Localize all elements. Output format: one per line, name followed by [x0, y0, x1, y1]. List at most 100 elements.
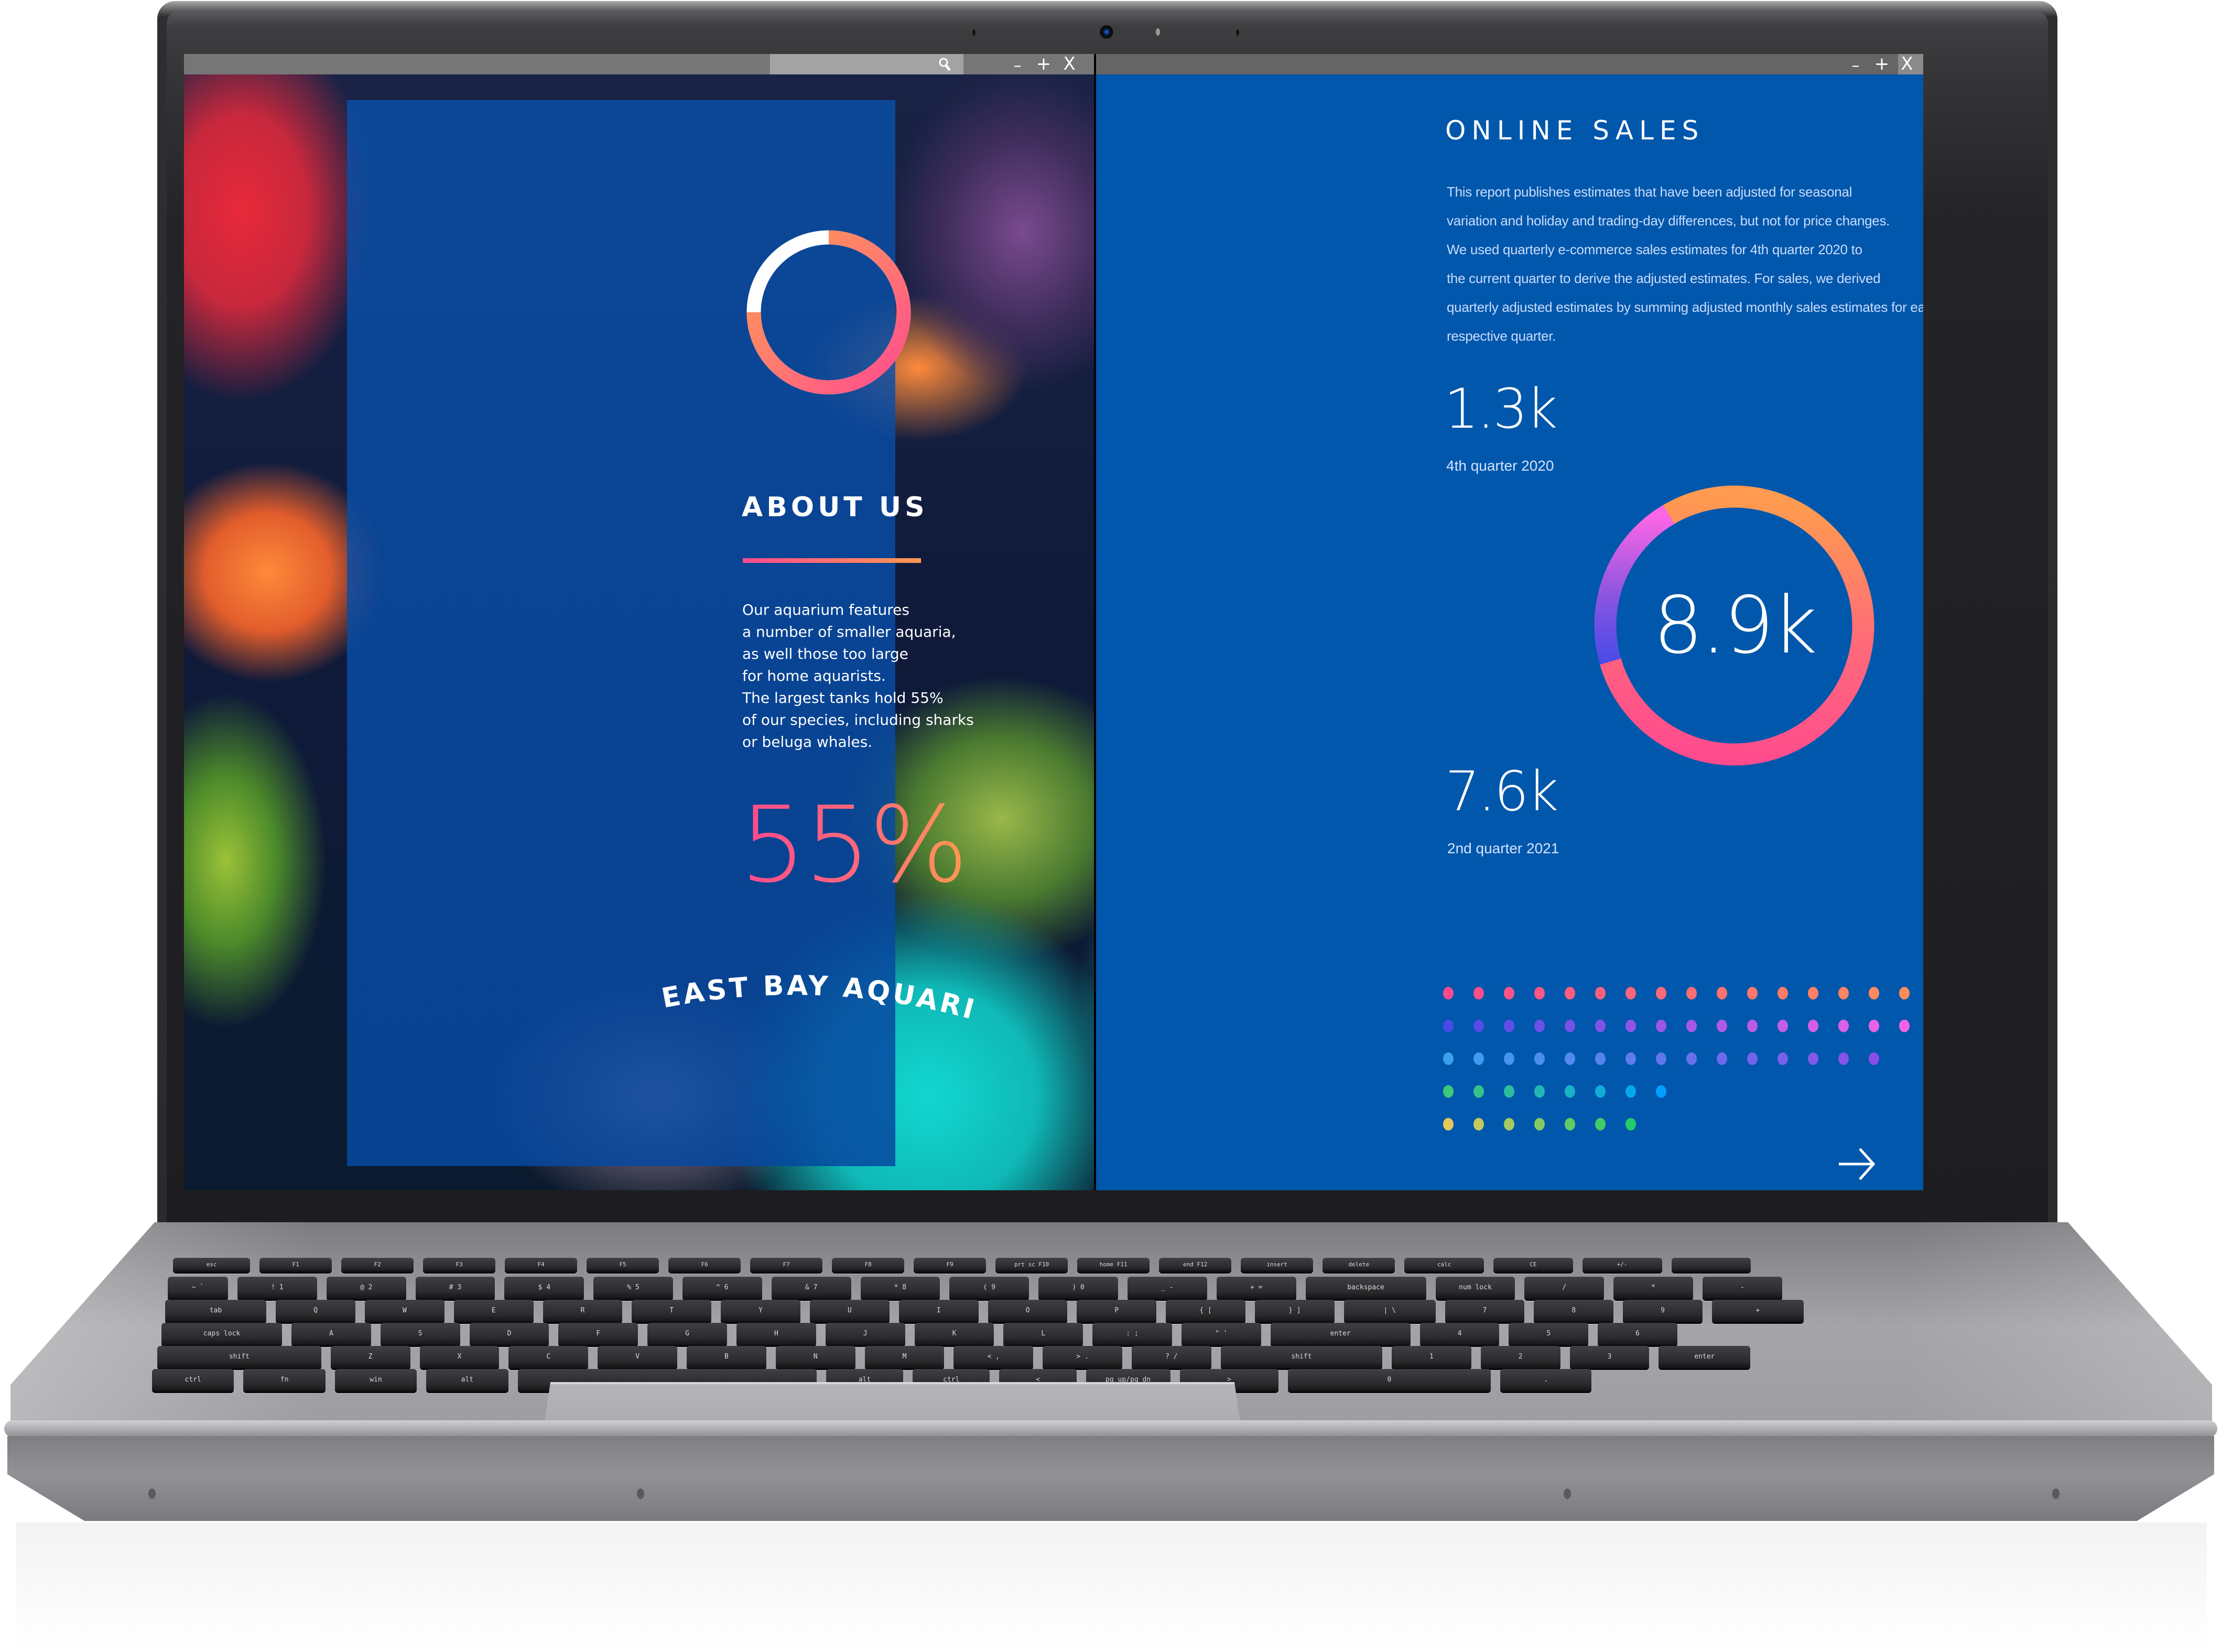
key[interactable]: +/- — [1582, 1258, 1662, 1271]
key[interactable]: _ - — [1128, 1277, 1207, 1299]
key[interactable]: esc — [173, 1258, 251, 1271]
key[interactable]: B — [687, 1346, 766, 1368]
minimize-button[interactable]: – — [1009, 54, 1026, 75]
key[interactable]: * 8 — [860, 1277, 940, 1299]
key[interactable]: F9 — [914, 1258, 987, 1271]
key[interactable]: I — [898, 1300, 979, 1322]
key[interactable]: F4 — [505, 1258, 578, 1271]
key[interactable]: enter — [1659, 1346, 1751, 1368]
key[interactable]: ~ ` — [168, 1277, 228, 1299]
key[interactable]: : ; — [1092, 1323, 1172, 1345]
close-button[interactable]: X — [1898, 54, 1916, 74]
key[interactable]: + — [1712, 1300, 1804, 1322]
key[interactable]: K — [914, 1323, 994, 1345]
key[interactable]: ctrl — [152, 1369, 234, 1391]
key[interactable]: 4 — [1419, 1323, 1500, 1345]
key[interactable]: F1 — [259, 1258, 332, 1271]
key[interactable]: ) 0 — [1038, 1277, 1118, 1299]
key[interactable]: 3 — [1569, 1346, 1650, 1368]
key[interactable]: backspace — [1305, 1277, 1426, 1299]
minimize-button[interactable]: – — [1847, 54, 1865, 75]
key[interactable]: F2 — [341, 1258, 414, 1271]
key[interactable]: ! 1 — [237, 1277, 317, 1299]
key[interactable]: / — [1524, 1277, 1605, 1299]
maximize-button[interactable]: + — [1035, 54, 1053, 74]
close-button[interactable]: X — [1060, 54, 1078, 74]
key[interactable]: T — [632, 1300, 712, 1322]
key[interactable]: win — [334, 1369, 417, 1391]
key[interactable]: @ 2 — [326, 1277, 406, 1299]
key[interactable]: 7 — [1445, 1300, 1525, 1322]
key[interactable]: C — [508, 1346, 589, 1368]
key[interactable]: S — [380, 1323, 460, 1345]
key[interactable]: Q — [276, 1300, 355, 1322]
key[interactable]: home F11 — [1077, 1258, 1150, 1271]
key[interactable]: calc — [1404, 1258, 1484, 1271]
key[interactable]: 8 — [1534, 1300, 1614, 1322]
key[interactable]: F8 — [832, 1258, 905, 1271]
key[interactable]: F6 — [668, 1258, 741, 1271]
key[interactable]: fn — [243, 1369, 326, 1391]
key[interactable]: enter — [1270, 1323, 1411, 1345]
key[interactable]: * — [1613, 1277, 1693, 1299]
key[interactable]: - — [1703, 1277, 1782, 1299]
key[interactable]: F — [558, 1323, 638, 1345]
arrow-right-icon[interactable] — [1838, 1147, 1876, 1181]
search-icon[interactable] — [938, 57, 952, 72]
key[interactable]: 9 — [1623, 1300, 1703, 1322]
key[interactable]: | \ — [1343, 1300, 1436, 1322]
key[interactable]: E — [453, 1300, 534, 1322]
key[interactable]: G — [647, 1323, 727, 1345]
key[interactable]: 0 — [1288, 1369, 1491, 1391]
key[interactable]: F3 — [423, 1258, 496, 1271]
key[interactable]: V — [598, 1346, 677, 1368]
key[interactable]: F5 — [587, 1258, 659, 1271]
key[interactable]: + = — [1216, 1277, 1296, 1299]
key[interactable]: L — [1003, 1323, 1083, 1345]
key[interactable]: " ' — [1182, 1323, 1261, 1345]
key[interactable]: # 3 — [415, 1277, 495, 1299]
key[interactable]: > . — [1043, 1346, 1122, 1368]
key[interactable]: 2 — [1480, 1346, 1560, 1368]
key[interactable]: W — [365, 1300, 445, 1322]
key[interactable] — [1671, 1258, 1751, 1271]
key[interactable]: ( 9 — [949, 1277, 1029, 1299]
key[interactable]: shift — [1220, 1346, 1382, 1368]
key[interactable]: delete — [1323, 1258, 1395, 1271]
key[interactable]: ? / — [1132, 1346, 1211, 1368]
key[interactable]: A — [291, 1323, 371, 1345]
key[interactable]: $ 4 — [504, 1277, 584, 1299]
key[interactable]: U — [810, 1300, 890, 1322]
key[interactable]: F7 — [750, 1258, 823, 1271]
key[interactable]: . — [1500, 1369, 1592, 1391]
key[interactable]: M — [864, 1346, 945, 1368]
key[interactable]: ^ 6 — [682, 1277, 762, 1299]
key[interactable]: & 7 — [771, 1277, 851, 1299]
key[interactable]: Z — [330, 1346, 410, 1368]
key[interactable]: { [ — [1166, 1300, 1245, 1322]
search-input[interactable] — [770, 54, 963, 74]
key[interactable]: X — [419, 1346, 500, 1368]
key[interactable]: tab — [165, 1300, 267, 1322]
key[interactable]: num lock — [1435, 1277, 1515, 1299]
maximize-button[interactable]: + — [1873, 54, 1891, 74]
key[interactable]: 5 — [1509, 1323, 1589, 1345]
key[interactable]: P — [1077, 1300, 1157, 1322]
key[interactable]: } ] — [1255, 1300, 1335, 1322]
key[interactable]: alt — [426, 1369, 508, 1391]
key[interactable]: prt sc F10 — [995, 1258, 1068, 1271]
key[interactable]: O — [988, 1300, 1068, 1322]
key[interactable]: H — [736, 1323, 816, 1345]
key[interactable]: Y — [721, 1300, 800, 1322]
key[interactable]: < , — [953, 1346, 1034, 1368]
key[interactable]: N — [775, 1346, 855, 1368]
key[interactable]: CE — [1493, 1258, 1573, 1271]
key[interactable]: D — [469, 1323, 549, 1345]
key[interactable]: caps lock — [161, 1323, 282, 1345]
key[interactable]: shift — [157, 1346, 321, 1368]
key[interactable]: 6 — [1598, 1323, 1677, 1345]
key[interactable]: J — [825, 1323, 905, 1345]
key[interactable]: % 5 — [593, 1277, 673, 1299]
key[interactable]: end F12 — [1159, 1258, 1232, 1271]
key[interactable]: R — [543, 1300, 623, 1322]
